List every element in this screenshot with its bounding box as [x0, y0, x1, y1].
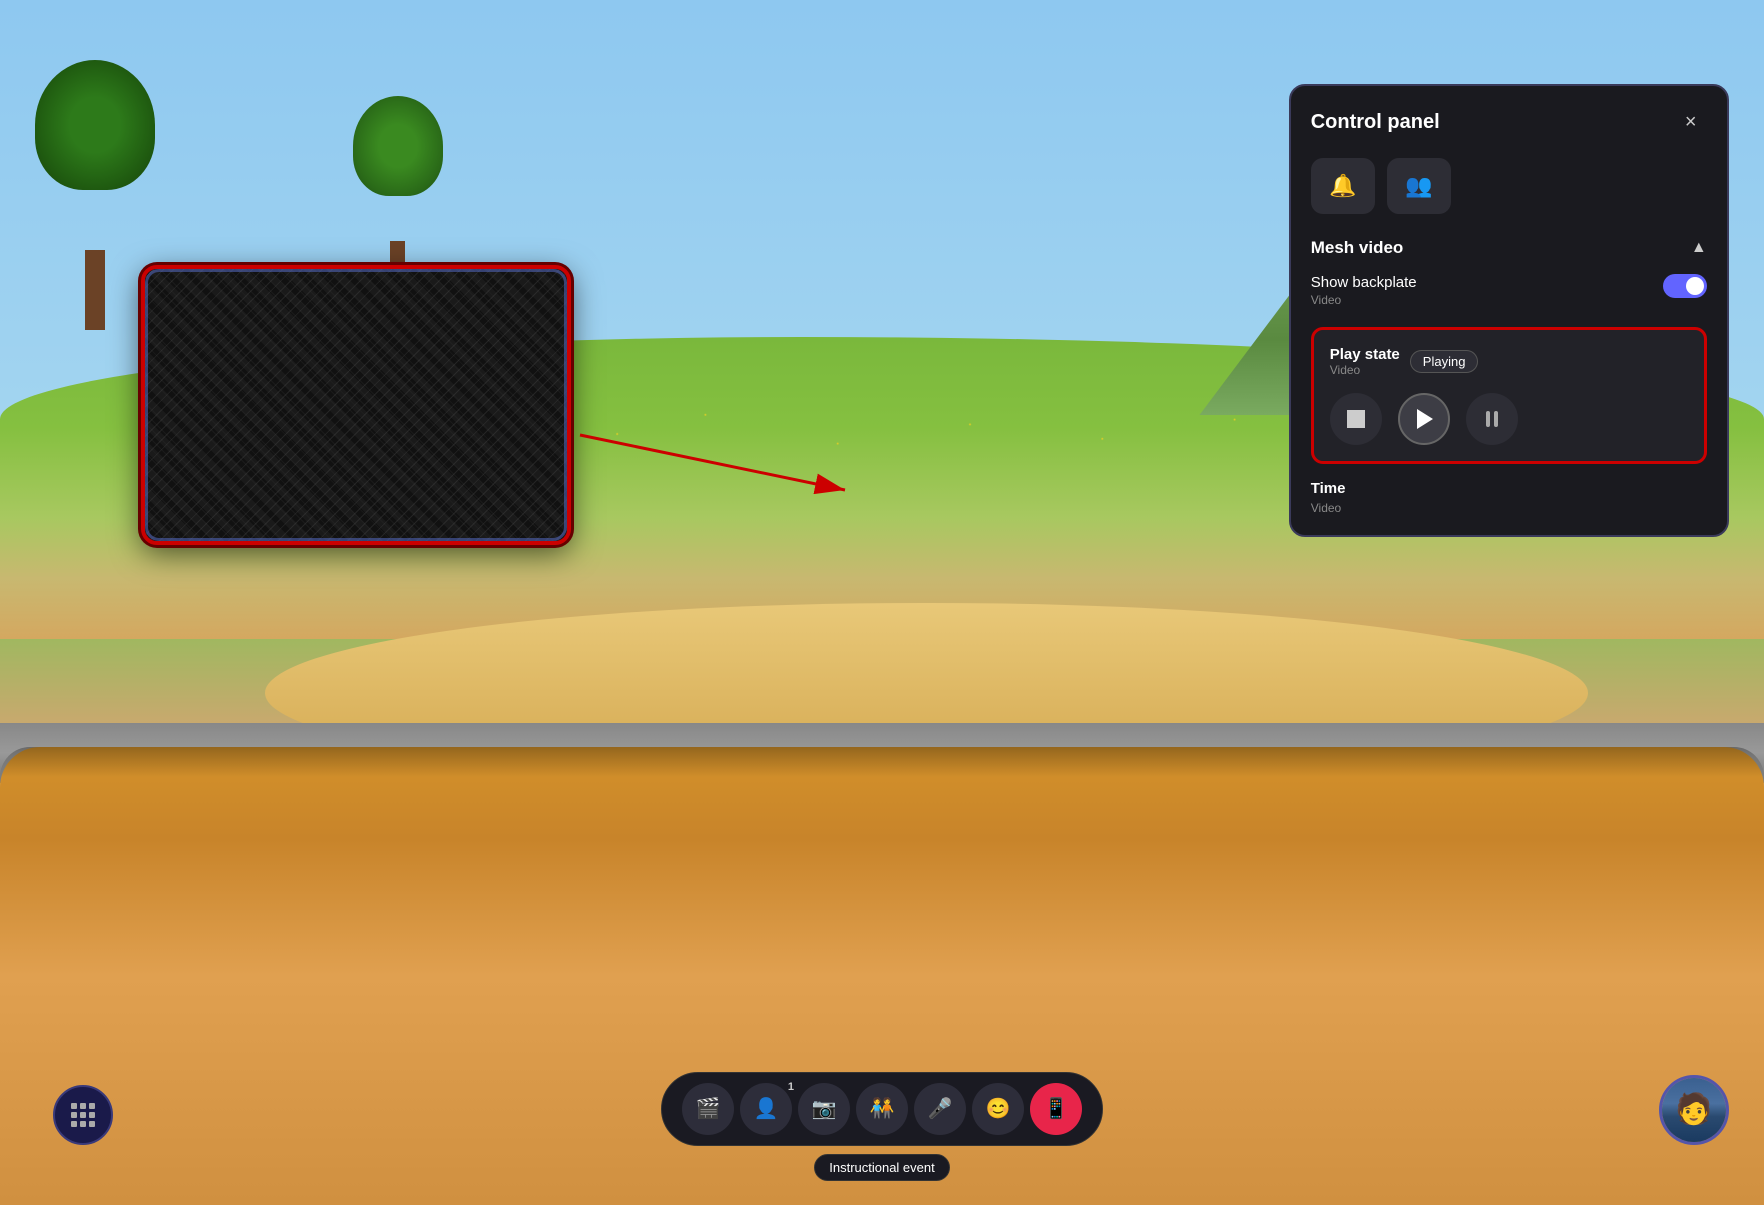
emoji-icon: 😊	[986, 1096, 1011, 1121]
notification-button[interactable]: 🔔	[1311, 158, 1375, 214]
mesh-video-title: Mesh video	[1311, 238, 1404, 258]
participants-count: 1	[788, 1081, 794, 1093]
scenes-icon: 🎬	[696, 1096, 721, 1121]
chevron-up-icon[interactable]: ▲	[1691, 239, 1707, 257]
panel-title: Control panel	[1311, 111, 1440, 134]
video-content	[145, 269, 567, 541]
section-header: Mesh video ▲	[1311, 238, 1707, 258]
people-icon: 👥	[1405, 173, 1432, 199]
play-state-sublabel: Video	[1330, 363, 1400, 377]
emoji-button[interactable]: 😊	[972, 1083, 1024, 1135]
play-state-section: Play state Video Playing	[1311, 327, 1707, 464]
scenes-button[interactable]: 🎬	[682, 1083, 734, 1135]
tree-right	[353, 96, 443, 256]
stop-icon	[1347, 410, 1365, 428]
close-button[interactable]: ×	[1675, 106, 1707, 138]
time-section: Time Video	[1311, 480, 1707, 515]
show-backplate-label-group: Show backplate Video	[1311, 274, 1417, 307]
show-backplate-label: Show backplate	[1311, 274, 1417, 291]
mesh-video-section: Mesh video ▲ Show backplate Video Play s…	[1311, 238, 1707, 515]
camera-button[interactable]: 📷	[798, 1083, 850, 1135]
playing-badge: Playing	[1410, 350, 1479, 373]
participants-icon: 👤	[754, 1096, 779, 1121]
microphone-button[interactable]: 🎤	[914, 1083, 966, 1135]
play-state-title: Play state	[1330, 346, 1400, 363]
participants-button[interactable]: 👤 1	[740, 1083, 792, 1135]
play-state-header: Play state Video Playing	[1330, 346, 1688, 377]
avatar-image: 🧑	[1662, 1078, 1726, 1142]
pause-button[interactable]	[1466, 393, 1518, 445]
video-border-glow	[145, 269, 567, 541]
active-icon: 📱	[1044, 1096, 1069, 1121]
apps-button[interactable]	[53, 1085, 113, 1145]
emotes-button[interactable]: 🧑‍🤝‍🧑	[856, 1083, 908, 1135]
control-panel: Control panel × 🔔 👥 Mesh video ▲ Show ba…	[1289, 84, 1729, 537]
toolbar-bar: 🎬 👤 1 📷 🧑‍🤝‍🧑 🎤 😊 📱	[661, 1072, 1103, 1146]
tree-left	[35, 60, 155, 270]
play-state-label-group: Play state Video	[1330, 346, 1400, 377]
time-label: Time	[1311, 480, 1707, 497]
active-button[interactable]: 📱	[1030, 1083, 1082, 1135]
microphone-icon: 🎤	[928, 1096, 953, 1121]
stop-button[interactable]	[1330, 393, 1382, 445]
play-icon	[1417, 409, 1433, 429]
show-backplate-row: Show backplate Video	[1311, 274, 1707, 307]
event-label: Instructional event	[814, 1154, 950, 1181]
icon-buttons-row: 🔔 👥	[1311, 158, 1707, 214]
panel-header: Control panel ×	[1311, 106, 1707, 138]
play-button[interactable]	[1398, 393, 1450, 445]
bottom-toolbar: 🎬 👤 1 📷 🧑‍🤝‍🧑 🎤 😊 📱 Instructional event	[661, 1072, 1103, 1181]
camera-icon: 📷	[812, 1096, 837, 1121]
video-screen[interactable]	[141, 265, 571, 545]
user-avatar[interactable]: 🧑	[1659, 1075, 1729, 1145]
bell-icon: 🔔	[1329, 173, 1356, 199]
people-button[interactable]: 👥	[1387, 158, 1451, 214]
grid-icon	[71, 1103, 95, 1127]
playback-controls	[1330, 393, 1688, 445]
show-backplate-sublabel: Video	[1311, 293, 1417, 307]
emotes-icon: 🧑‍🤝‍🧑	[870, 1096, 895, 1121]
pause-icon	[1486, 411, 1498, 427]
time-sublabel: Video	[1311, 501, 1707, 515]
backplate-toggle[interactable]	[1663, 274, 1707, 298]
